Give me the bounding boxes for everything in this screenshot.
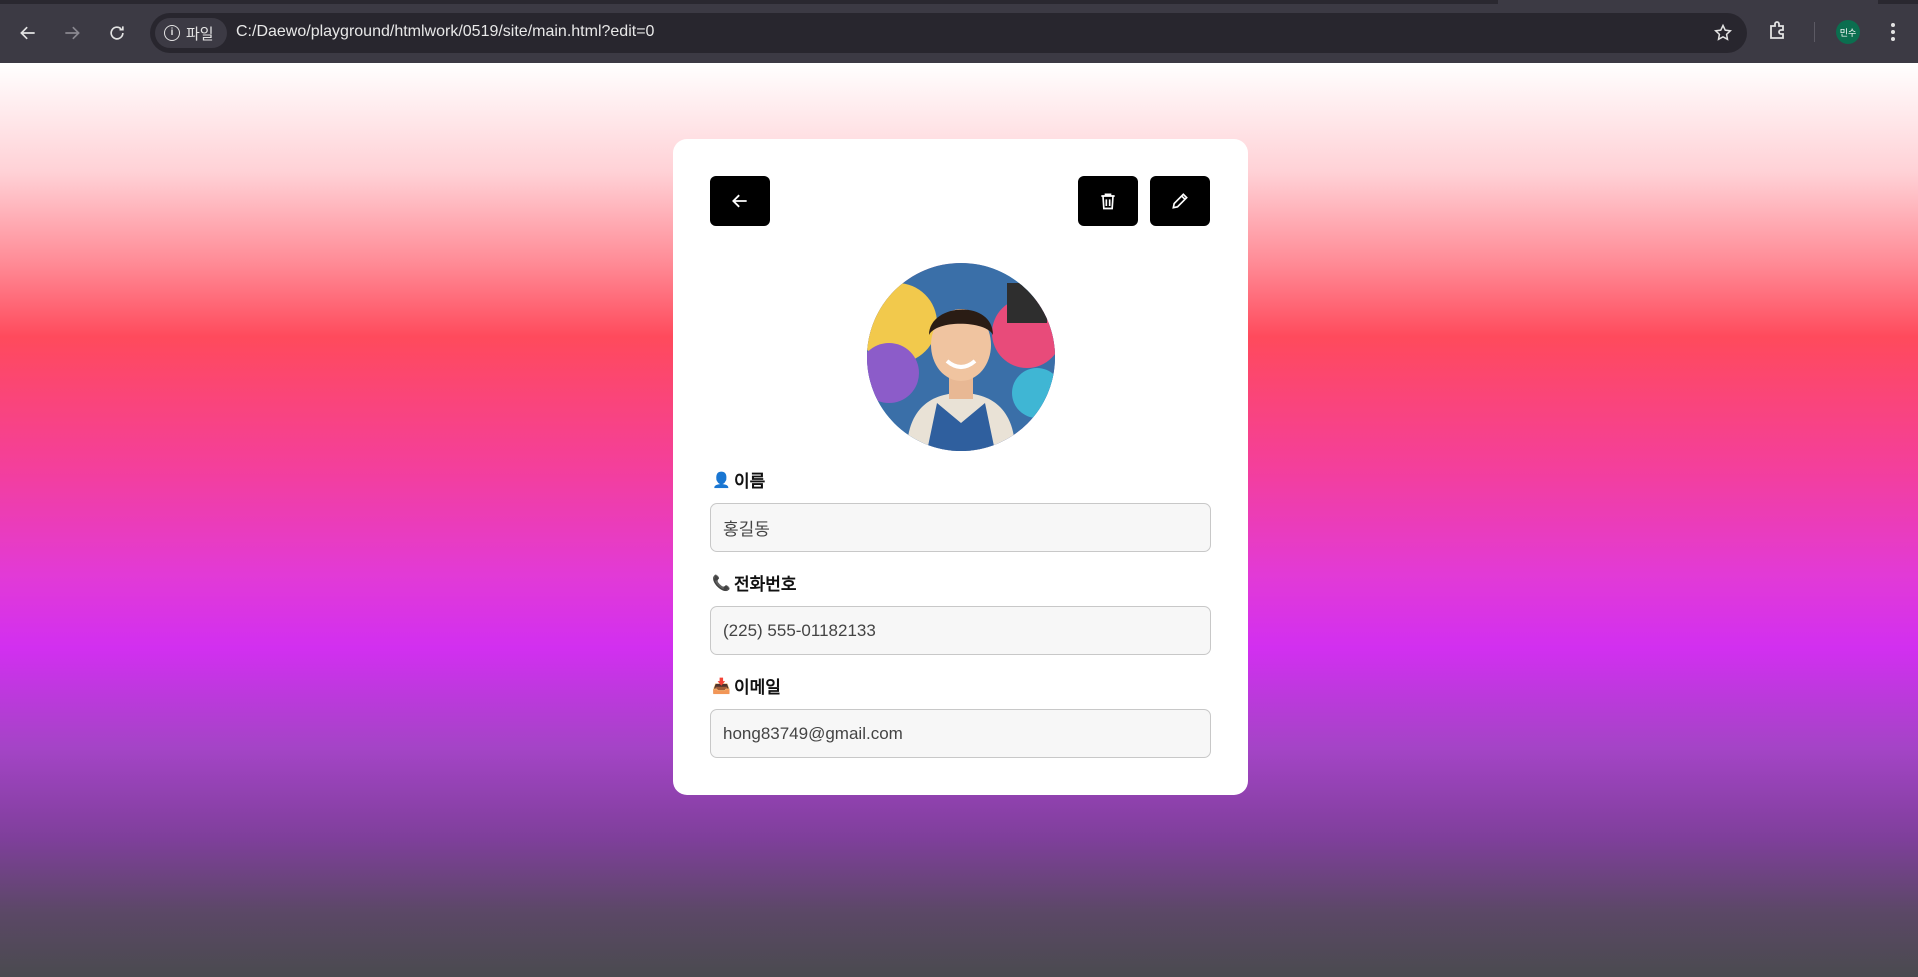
pencil-icon: [1172, 193, 1188, 209]
active-tab-edge[interactable]: [1498, 0, 1878, 4]
reload-icon[interactable]: [101, 17, 133, 49]
inbox-tray-icon: 📥: [712, 677, 731, 695]
arrow-left-icon: [732, 194, 747, 208]
url-text[interactable]: C:/Daewo/playground/htmlwork/0519/site/m…: [236, 23, 654, 41]
tab-strip: [0, 0, 1918, 4]
phone-field[interactable]: [710, 606, 1211, 655]
email-label: 📥 이메일: [712, 673, 781, 698]
telephone-icon: 📞: [712, 574, 731, 592]
toolbar-separator: [1814, 22, 1815, 42]
site-info-chip[interactable]: i 파일: [155, 18, 227, 48]
contact-card: 👤 이름 📞 전화번호 📥 이메일: [673, 139, 1248, 795]
browser-toolbar: i 파일 C:/Daewo/playground/htmlwork/0519/s…: [0, 0, 1918, 63]
name-label-text: 이름: [734, 472, 766, 491]
name-field[interactable]: [710, 503, 1211, 552]
email-label-text: 이메일: [734, 678, 781, 697]
info-icon: i: [164, 25, 180, 41]
site-chip-label: 파일: [186, 25, 214, 43]
phone-label-text: 전화번호: [734, 575, 797, 594]
more-menu-icon[interactable]: [1882, 18, 1904, 46]
email-field[interactable]: [710, 709, 1211, 758]
profile-photo: [867, 263, 1055, 451]
trash-icon: [1101, 193, 1115, 210]
bookmark-star-icon[interactable]: [1711, 21, 1735, 45]
page-background: 👤 이름 📞 전화번호 📥 이메일: [0, 63, 1918, 977]
back-nav-icon[interactable]: [12, 17, 44, 49]
back-button[interactable]: [710, 176, 770, 226]
extensions-puzzle-icon[interactable]: [1766, 19, 1792, 45]
name-label: 👤 이름: [712, 467, 765, 492]
profile-avatar[interactable]: 민수: [1836, 20, 1860, 44]
edit-button[interactable]: [1150, 176, 1210, 226]
forward-nav-icon[interactable]: [56, 17, 88, 49]
avatar: [867, 263, 1055, 451]
user-icon: 👤: [712, 471, 731, 489]
delete-button[interactable]: [1078, 176, 1138, 226]
phone-label: 📞 전화번호: [712, 570, 797, 595]
address-bar[interactable]: i 파일 C:/Daewo/playground/htmlwork/0519/s…: [150, 13, 1747, 53]
